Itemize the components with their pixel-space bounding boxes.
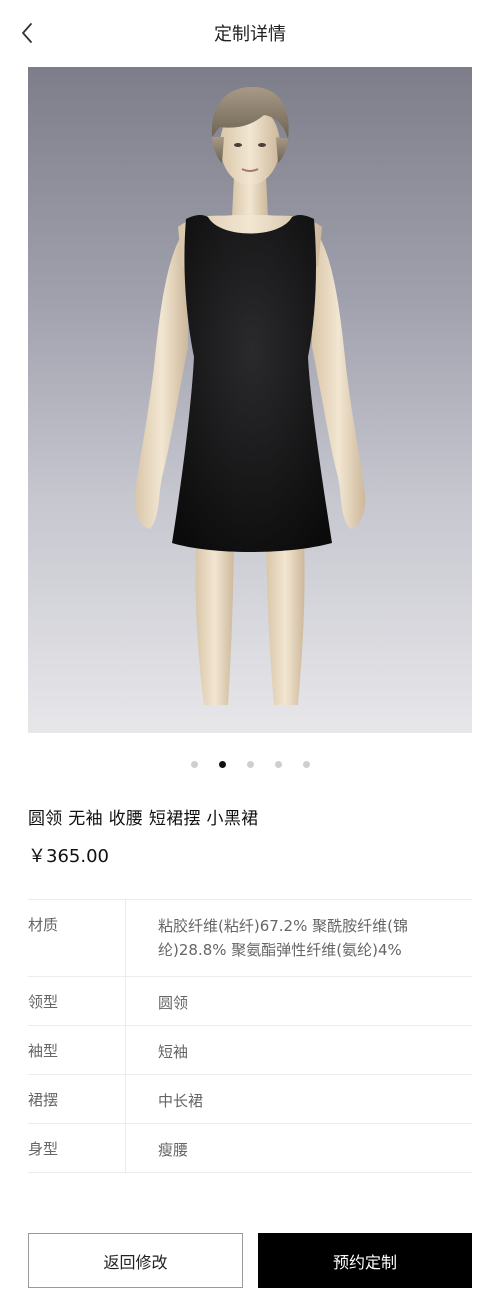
product-name: 圆领 无袖 收腰 短裙摆 小黑裙 xyxy=(28,809,259,829)
spec-row-hem: 裙摆 中长裙 xyxy=(28,1075,472,1124)
spec-label: 身型 xyxy=(28,1124,126,1172)
carousel-dot[interactable] xyxy=(246,761,254,768)
page-title: 定制详情 xyxy=(214,24,286,45)
carousel-indicator xyxy=(0,760,500,770)
carousel-dot[interactable] xyxy=(302,761,310,768)
carousel-dot-active[interactable] xyxy=(218,761,226,768)
book-customization-button[interactable]: 预约定制 xyxy=(258,1233,472,1288)
spec-label: 材质 xyxy=(28,900,126,976)
product-image-3d-model[interactable] xyxy=(28,67,472,733)
spec-row-sleeve: 袖型 短袖 xyxy=(28,1026,472,1075)
spec-label: 领型 xyxy=(28,977,126,1025)
spec-row-body-shape: 身型 瘦腰 xyxy=(28,1124,472,1173)
carousel-dot[interactable] xyxy=(274,761,282,768)
top-nav-bar: 定制详情 xyxy=(0,0,500,66)
spec-row-material: 材质 粘胶纤维(粘纤)67.2% 聚酰胺纤维(锦纶)28.8% 聚氨酯弹性纤维(… xyxy=(28,900,472,977)
carousel-dot[interactable] xyxy=(190,761,198,768)
spec-value: 中长裙 xyxy=(158,1092,204,1110)
spec-table: 材质 粘胶纤维(粘纤)67.2% 聚酰胺纤维(锦纶)28.8% 聚氨酯弹性纤维(… xyxy=(28,899,472,1173)
spec-value: 瘦腰 xyxy=(158,1141,189,1159)
spec-label: 裙摆 xyxy=(28,1075,126,1123)
back-to-edit-button[interactable]: 返回修改 xyxy=(28,1233,243,1288)
spec-label: 袖型 xyxy=(28,1026,126,1074)
spec-value: 粘胶纤维(粘纤)67.2% 聚酰胺纤维(锦纶)28.8% 聚氨酯弹性纤维(氨纶)… xyxy=(158,917,408,959)
spec-row-collar: 领型 圆领 xyxy=(28,977,472,1026)
product-price: ￥365.00 xyxy=(28,846,109,867)
spec-value: 短袖 xyxy=(158,1043,189,1061)
spec-value: 圆领 xyxy=(158,994,189,1012)
